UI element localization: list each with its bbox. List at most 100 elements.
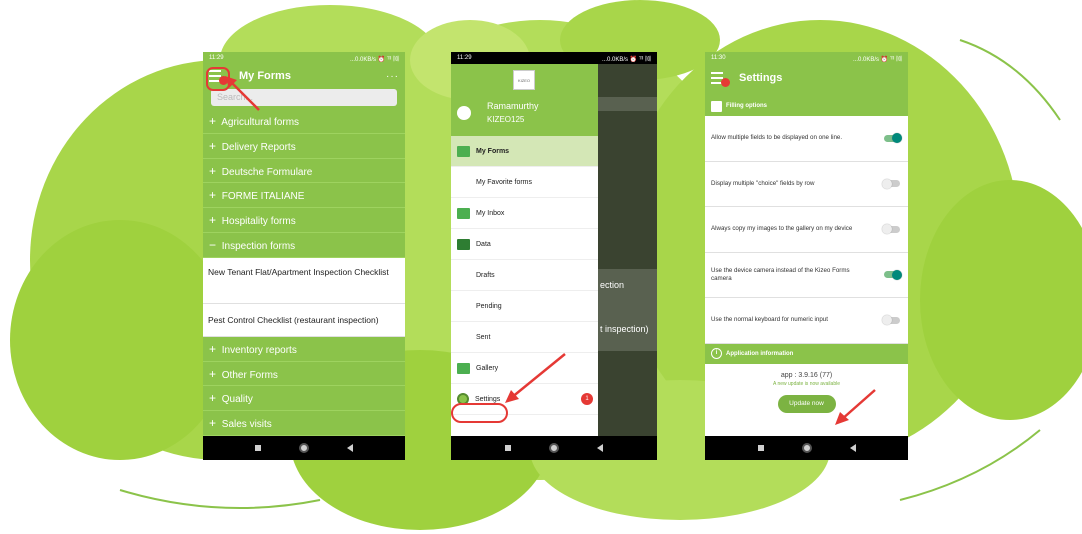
drawer-item-label: Pending xyxy=(476,302,502,310)
home-icon[interactable] xyxy=(801,443,812,453)
collapse-icon: − xyxy=(209,237,217,252)
category-label: Other Forms xyxy=(221,369,278,381)
category-inspection[interactable]: − Inspection forms xyxy=(203,233,405,258)
expand-icon: + xyxy=(209,188,217,203)
category-quality[interactable]: + Quality xyxy=(203,386,405,412)
phone-settings: 11:30 ...0.0KB/s ⏰ ᵀˡˡ ⑽ Settings Fillin… xyxy=(705,52,908,460)
toggle-knob xyxy=(892,133,902,144)
expand-icon: + xyxy=(209,416,217,431)
toggle-knob xyxy=(892,269,902,280)
back-icon[interactable] xyxy=(597,444,603,452)
toggle-knob xyxy=(882,315,892,326)
page-title: Settings xyxy=(739,72,783,84)
drawer-item-label: Data xyxy=(476,240,491,248)
update-available-note: A new update is now available xyxy=(773,380,840,387)
inbox-icon xyxy=(457,207,470,219)
category-label: Hospitality forms xyxy=(221,216,296,228)
category-label: Deutsche Formulare xyxy=(221,166,313,178)
back-icon[interactable] xyxy=(849,444,856,452)
option-label: Use the device camera instead of the Kiz… xyxy=(711,266,850,282)
status-time: 11:30 xyxy=(711,55,726,61)
update-now-button[interactable]: Update now xyxy=(777,394,836,413)
navigation-drawer: KIZEO Ramamurthy KIZEO125 My Forms My Fa… xyxy=(451,64,598,436)
category-hospitality[interactable]: + Hospitality forms xyxy=(203,208,405,233)
category-list: + Agricultural forms + Delivery Reports … xyxy=(203,109,405,436)
drawer-item-inbox[interactable]: My Inbox xyxy=(451,198,598,229)
forms-icon xyxy=(457,145,470,157)
drawer-item-data[interactable]: Data xyxy=(451,229,598,260)
user-icon xyxy=(457,106,471,120)
recent-apps-icon[interactable] xyxy=(505,445,511,451)
drawer-item-label: Settings xyxy=(475,395,501,403)
expand-icon: + xyxy=(209,366,217,381)
search-input[interactable]: Search... xyxy=(211,89,397,106)
toggle-switch[interactable] xyxy=(884,269,902,280)
drawer-item-label: My Forms xyxy=(476,147,510,155)
folder-icon xyxy=(457,238,470,250)
category-inventory[interactable]: + Inventory reports xyxy=(203,337,405,362)
toggle-switch[interactable] xyxy=(882,224,900,235)
category-label: Agricultural forms xyxy=(221,117,300,128)
category-label: Inventory reports xyxy=(221,344,297,356)
section-title: Filling options xyxy=(726,103,767,109)
drawer-item-label: My Favorite forms xyxy=(476,178,533,186)
info-icon: i xyxy=(711,348,722,359)
toggle-switch[interactable] xyxy=(884,133,902,144)
drawer-item-drafts[interactable]: Drafts xyxy=(451,260,598,291)
drawer-item-label: Sent xyxy=(476,333,491,341)
composite-stage: 11:29 ...0.0KB/s ⏰ ᵀˡˡ ⑽ My Forms ··· Se… xyxy=(0,0,1082,534)
category-label: FORME ITALIANE xyxy=(221,191,305,203)
app-bar: My Forms ··· xyxy=(203,64,405,88)
toggle-switch[interactable] xyxy=(882,315,900,326)
form-item-tenant-checklist[interactable]: New Tenant Flat/Apartment Inspection Che… xyxy=(203,257,405,304)
category-italiane[interactable]: + FORME ITALIANE xyxy=(203,183,405,209)
option-copy-images-gallery: Always copy my images to the gallery on … xyxy=(705,207,908,253)
category-sales[interactable]: + Sales visits xyxy=(203,411,405,436)
category-agricultural[interactable]: + Agricultural forms xyxy=(203,109,405,134)
option-label: Always copy my images to the gallery on … xyxy=(711,225,853,233)
drawer-item-label: My Inbox xyxy=(476,209,505,217)
page-title: My Forms xyxy=(239,70,291,82)
category-deutsche[interactable]: + Deutsche Formulare xyxy=(203,159,405,184)
app-bar: Settings xyxy=(705,64,908,92)
option-choice-fields-by-row: Display multiple "choice" fields by row xyxy=(705,162,908,207)
recent-apps-icon[interactable] xyxy=(255,445,261,451)
drawer-item-favorite-forms[interactable]: My Favorite forms xyxy=(451,167,598,198)
menu-icon[interactable] xyxy=(711,71,730,87)
drawer-scrim[interactable]: ection t inspection) xyxy=(598,64,657,436)
expand-icon: + xyxy=(209,341,217,356)
option-normal-keyboard: Use the normal keyboard for numeric inpu… xyxy=(705,298,908,344)
scrim-band xyxy=(598,97,657,111)
category-delivery[interactable]: + Delivery Reports xyxy=(203,134,405,159)
app-info-panel: app : 3.9.16 (77) A new update is now av… xyxy=(705,363,908,436)
back-icon[interactable] xyxy=(347,444,353,452)
drawer-item-sent[interactable]: Sent xyxy=(451,322,598,353)
category-label: Inspection forms xyxy=(221,240,296,252)
home-icon[interactable] xyxy=(299,443,309,453)
toggle-knob xyxy=(882,224,892,235)
user-name: Ramamurthy xyxy=(487,101,539,111)
option-label: Allow multiple fields to be displayed on… xyxy=(711,134,843,142)
form-item-pest-control[interactable]: Pest Control Checklist (restaurant inspe… xyxy=(203,303,405,337)
status-icons: ...0.0KB/s ⏰ ᵀˡˡ ⑽ xyxy=(350,56,399,63)
drawer-header: KIZEO Ramamurthy KIZEO125 xyxy=(451,64,598,136)
status-time: 11:29 xyxy=(209,55,224,61)
expand-icon: + xyxy=(209,114,217,128)
expand-icon: + xyxy=(209,138,217,153)
drawer-item-gallery[interactable]: Gallery xyxy=(451,353,598,384)
category-other[interactable]: + Other Forms xyxy=(203,362,405,387)
recent-apps-icon[interactable] xyxy=(757,445,764,451)
status-bar: 11:29 ...0.0KB/s ⏰ ᵀˡˡ ⑽ xyxy=(203,52,405,64)
expand-icon: + xyxy=(209,163,217,178)
android-nav-bar xyxy=(451,436,657,460)
android-nav-bar xyxy=(203,436,405,460)
category-label: Sales visits xyxy=(221,419,272,431)
drawer-item-pending[interactable]: Pending xyxy=(451,291,598,322)
status-time: 11:29 xyxy=(457,55,472,61)
home-icon[interactable] xyxy=(549,443,559,453)
menu-highlight-ring xyxy=(206,67,230,91)
option-device-camera: Use the device camera instead of the Kiz… xyxy=(705,253,908,298)
drawer-item-my-forms[interactable]: My Forms xyxy=(451,136,598,167)
toggle-switch[interactable] xyxy=(882,178,900,189)
more-options-icon[interactable]: ··· xyxy=(386,71,399,82)
